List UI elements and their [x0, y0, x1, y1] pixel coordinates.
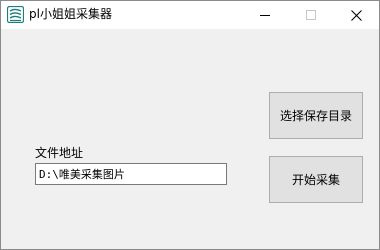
- maximize-button[interactable]: [288, 1, 334, 29]
- choose-save-dir-button[interactable]: 选择保存目录: [269, 92, 363, 139]
- title-bar[interactable]: pl小姐姐采集器: [1, 1, 379, 29]
- file-address-label: 文件地址: [35, 146, 84, 160]
- minimize-icon: [260, 10, 270, 20]
- app-logo-icon: [6, 5, 25, 24]
- close-button[interactable]: [333, 1, 379, 29]
- window-title: pl小姐姐采集器: [29, 7, 112, 21]
- app-window: pl小姐姐采集器 选择保存目录 文件地址 开始采集: [0, 0, 380, 250]
- maximize-icon: [306, 10, 316, 20]
- close-icon: [350, 9, 362, 21]
- file-address-input[interactable]: [35, 163, 227, 185]
- start-collect-button[interactable]: 开始采集: [269, 156, 363, 203]
- minimize-button[interactable]: [242, 1, 288, 29]
